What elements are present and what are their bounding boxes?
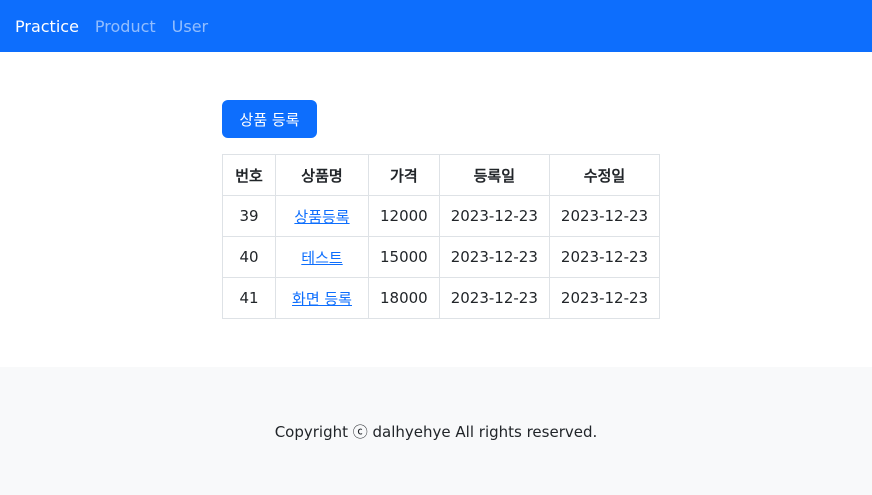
copyright-text: Copyright ⓒ dalhyehye All rights reserve…	[274, 422, 598, 441]
cell-updated: 2023-12-23	[548, 236, 661, 278]
cell-name: 화면 등록	[275, 277, 369, 319]
table-row: 41 화면 등록 18000 2023-12-23 2023-12-23	[222, 277, 661, 319]
header-id: 번호	[222, 154, 276, 196]
cell-name: 테스트	[275, 236, 369, 278]
register-product-button[interactable]: 상품 등록	[222, 100, 317, 138]
nav-link-user[interactable]: User	[172, 17, 208, 36]
cell-updated: 2023-12-23	[548, 277, 661, 319]
header-updated: 수정일	[548, 154, 661, 196]
cell-name: 상품등록	[275, 195, 369, 237]
product-link[interactable]: 상품등록	[294, 208, 349, 226]
cell-id: 40	[222, 236, 276, 278]
header-price: 가격	[368, 154, 440, 196]
navbar-brand[interactable]: Practice	[15, 17, 79, 36]
nav-link-product[interactable]: Product	[95, 17, 156, 36]
cell-price: 12000	[368, 195, 440, 237]
table-row: 39 상품등록 12000 2023-12-23 2023-12-23	[222, 195, 661, 237]
cell-created: 2023-12-23	[438, 236, 550, 278]
header-created: 등록일	[438, 154, 550, 196]
table-row: 40 테스트 15000 2023-12-23 2023-12-23	[222, 236, 661, 278]
cell-created: 2023-12-23	[438, 277, 550, 319]
product-link[interactable]: 화면 등록	[292, 290, 352, 308]
cell-id: 39	[222, 195, 276, 237]
table-header-row: 번호 상품명 가격 등록일 수정일	[222, 154, 661, 196]
header-name: 상품명	[275, 154, 369, 196]
main-content: 상품 등록 번호 상품명 가격 등록일 수정일 39 상품등록 12000 20…	[0, 52, 872, 367]
page-footer: Copyright ⓒ dalhyehye All rights reserve…	[0, 367, 872, 495]
cell-created: 2023-12-23	[438, 195, 550, 237]
product-table: 번호 상품명 가격 등록일 수정일 39 상품등록 12000 2023-12-…	[222, 154, 661, 319]
cell-updated: 2023-12-23	[548, 195, 661, 237]
cell-price: 15000	[368, 236, 440, 278]
cell-id: 41	[222, 277, 276, 319]
top-navbar: Practice Product User	[0, 0, 872, 52]
cell-price: 18000	[368, 277, 440, 319]
product-link[interactable]: 테스트	[301, 249, 342, 267]
